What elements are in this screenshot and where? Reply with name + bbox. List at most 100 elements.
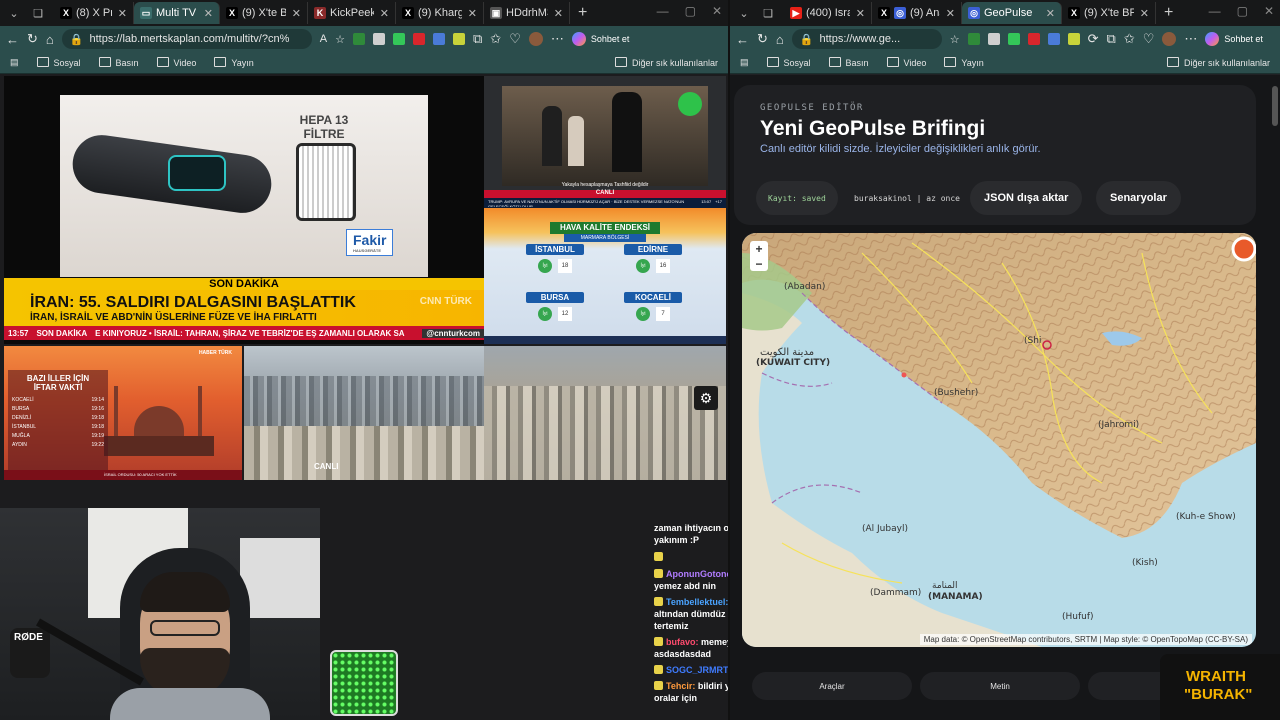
extension-icon[interactable] bbox=[1047, 33, 1060, 45]
export-json-button[interactable]: JSON dışa aktar bbox=[970, 181, 1083, 215]
tab-actions-icon[interactable]: ⌄ bbox=[6, 5, 22, 21]
minimize-icon[interactable]: — bbox=[1209, 4, 1221, 18]
new-tab-button[interactable]: + bbox=[578, 4, 587, 22]
chat-username[interactable]: SOGC_JRMRT: bbox=[666, 665, 728, 675]
bookmark-sosyal[interactable]: Sosyal bbox=[37, 57, 81, 68]
extension-icon[interactable] bbox=[987, 33, 1000, 45]
maximize-icon[interactable]: ▢ bbox=[1237, 4, 1248, 18]
copilot-chat-button[interactable]: Sohbet et bbox=[1205, 32, 1263, 46]
workspaces-icon[interactable]: ❏ bbox=[760, 5, 776, 21]
extension-icon[interactable] bbox=[392, 33, 405, 45]
page-scrollbar[interactable] bbox=[1272, 86, 1278, 126]
collections-icon[interactable]: ♡ bbox=[1143, 31, 1155, 47]
split-screen-icon[interactable]: ⧉ bbox=[1107, 31, 1116, 47]
briefing-title[interactable]: Yeni GeoPulse Brifingi bbox=[760, 117, 985, 141]
chat-username[interactable]: bufavo: bbox=[666, 637, 699, 647]
minimize-icon[interactable]: — bbox=[657, 4, 669, 18]
zoom-in-button[interactable]: + bbox=[755, 242, 762, 256]
split-screen-icon[interactable]: ⧉ bbox=[473, 31, 482, 47]
tv-city-view-2[interactable]: ⚙ bbox=[484, 346, 726, 480]
tv-iftar[interactable]: HABER TÜRK BAZI İLLER İÇİN İFTAR VAKTİ K… bbox=[4, 346, 242, 480]
terrain-map[interactable]: (Abadan) مدينة الكويت (KUWAIT CITY) (Bus… bbox=[742, 233, 1256, 647]
chat-username[interactable]: Tembellektuel: bbox=[666, 597, 728, 607]
extension-icon[interactable] bbox=[452, 33, 465, 45]
map-canvas[interactable]: (Abadan) مدينة الكويت (KUWAIT CITY) (Bus… bbox=[742, 233, 1256, 647]
settings-gear-icon[interactable]: ⚙ bbox=[694, 386, 718, 410]
other-favorites[interactable]: Diğer sık kullanılanlar bbox=[615, 57, 718, 68]
favorite-star-icon[interactable]: ☆ bbox=[950, 33, 960, 46]
extension-icon[interactable] bbox=[432, 33, 445, 45]
chat-username[interactable]: AponunGotoneVidanjorSokan: bbox=[666, 569, 728, 579]
sidebar-icon[interactable]: ▤ bbox=[10, 57, 19, 68]
more-menu-icon[interactable]: ⋯ bbox=[1184, 31, 1197, 47]
new-tab-button[interactable]: + bbox=[1164, 4, 1173, 22]
home-icon[interactable]: ⌂ bbox=[776, 32, 784, 47]
back-icon[interactable]: ← bbox=[736, 32, 749, 47]
bookmark-yayin[interactable]: Yayın bbox=[944, 57, 983, 68]
bookmark-basin[interactable]: Basın bbox=[99, 57, 139, 68]
bookmark-video[interactable]: Video bbox=[157, 57, 197, 68]
url-field[interactable]: 🔒 https://www.ge... bbox=[791, 29, 942, 49]
extension-icon[interactable] bbox=[1067, 33, 1080, 45]
tv-air-quality[interactable]: HAVA KALİTE ENDEKSİ MARMARA BÖLGESİ İSTA… bbox=[484, 208, 726, 344]
tab-x-bozkurt[interactable]: X(9) X'te Bozkurt✕ bbox=[220, 2, 308, 24]
favorites-icon[interactable]: ✩ bbox=[1124, 31, 1135, 47]
profile-avatar[interactable] bbox=[1162, 32, 1177, 46]
tab-israel-live[interactable]: ▶(400) Israel Live✕ bbox=[784, 2, 872, 24]
tab-kickpeek[interactable]: KKickPeek - Kick✕ bbox=[308, 2, 396, 24]
refresh-icon[interactable]: ↻ bbox=[757, 31, 768, 47]
close-tab-icon[interactable]: ✕ bbox=[946, 7, 955, 20]
close-tab-icon[interactable]: ✕ bbox=[856, 7, 865, 20]
zoom-out-button[interactable]: − bbox=[755, 257, 762, 271]
scenarios-button[interactable]: Senaryolar bbox=[1096, 181, 1181, 215]
close-tab-icon[interactable]: ✕ bbox=[1140, 7, 1149, 20]
extension-icon[interactable] bbox=[352, 33, 365, 45]
back-icon[interactable]: ← bbox=[6, 32, 19, 47]
other-favorites[interactable]: Diğer sık kullanılanlar bbox=[1167, 57, 1270, 68]
bookmark-basin[interactable]: Basın bbox=[829, 57, 869, 68]
chat-username[interactable]: Tehcir: bbox=[666, 681, 695, 691]
close-tab-icon[interactable]: ✕ bbox=[380, 7, 389, 20]
read-aloud-icon[interactable]: A bbox=[320, 33, 327, 45]
bookmark-yayin[interactable]: Yayın bbox=[214, 57, 253, 68]
url-field[interactable]: 🔒 https://lab.mertskaplan.com/multitv/?cn… bbox=[61, 29, 312, 49]
point-marker[interactable] bbox=[901, 372, 907, 378]
home-icon[interactable]: ⌂ bbox=[46, 32, 54, 47]
tv-news-channel[interactable]: Yakayla hesaplaşmaya Tashfiid değildir C… bbox=[484, 76, 726, 208]
close-tab-icon[interactable]: ✕ bbox=[1046, 7, 1055, 20]
collections-icon[interactable]: ♡ bbox=[509, 31, 521, 47]
refresh-extension-icon[interactable]: ⟳ bbox=[1088, 31, 1099, 47]
close-window-icon[interactable]: ✕ bbox=[712, 4, 722, 18]
close-tab-icon[interactable]: ✕ bbox=[292, 7, 301, 20]
refresh-icon[interactable]: ↻ bbox=[27, 31, 38, 47]
favorite-star-icon[interactable]: ☆ bbox=[335, 33, 345, 46]
close-tab-icon[interactable]: ✕ bbox=[554, 7, 563, 20]
sidebar-icon[interactable]: ▤ bbox=[740, 57, 749, 68]
close-tab-icon[interactable]: ✕ bbox=[118, 7, 127, 20]
bookmark-video[interactable]: Video bbox=[887, 57, 927, 68]
tab-x-pro[interactable]: X(8) X Pro✕ bbox=[54, 2, 134, 24]
extension-icon[interactable] bbox=[967, 33, 980, 45]
tab-x-anasayfa[interactable]: X◎(9) Anasayfa✕ bbox=[872, 2, 962, 24]
extension-icon[interactable] bbox=[412, 33, 425, 45]
tab-image[interactable]: ▣HDdrhM3XIAA✕ bbox=[484, 2, 570, 24]
extension-icon[interactable] bbox=[372, 33, 385, 45]
tab-x-bpt[interactable]: X(9) X'te BPT: "G✕ bbox=[1062, 2, 1156, 24]
tab-x-kharg[interactable]: X(9) Kharg - Ara✕ bbox=[396, 2, 484, 24]
tab-araclar[interactable]: Araçlar bbox=[752, 672, 912, 700]
location-marker[interactable] bbox=[1231, 236, 1256, 262]
copilot-chat-button[interactable]: Sohbet et bbox=[571, 32, 629, 46]
workspaces-icon[interactable]: ❏ bbox=[30, 5, 46, 21]
tv-city-view-1[interactable]: CANLI bbox=[244, 346, 484, 480]
extension-icon[interactable] bbox=[1027, 33, 1040, 45]
tv-cnn-turk[interactable]: HEPA 13 FİLTRE Fakir HAUSGERÄTE SON DAKİKA… bbox=[4, 76, 484, 344]
close-window-icon[interactable]: ✕ bbox=[1264, 4, 1274, 18]
close-tab-icon[interactable]: ✕ bbox=[468, 7, 477, 20]
profile-avatar[interactable] bbox=[528, 32, 543, 46]
favorites-icon[interactable]: ✩ bbox=[490, 31, 501, 47]
tab-multi-tv[interactable]: ▭Multi TV - Haber✕ bbox=[134, 2, 220, 24]
close-tab-icon[interactable]: ✕ bbox=[204, 7, 213, 20]
tab-actions-icon[interactable]: ⌄ bbox=[736, 5, 752, 21]
extension-icon[interactable] bbox=[1007, 33, 1020, 45]
tab-geopulse[interactable]: ◎ GeoPulse ✕ bbox=[962, 2, 1062, 24]
